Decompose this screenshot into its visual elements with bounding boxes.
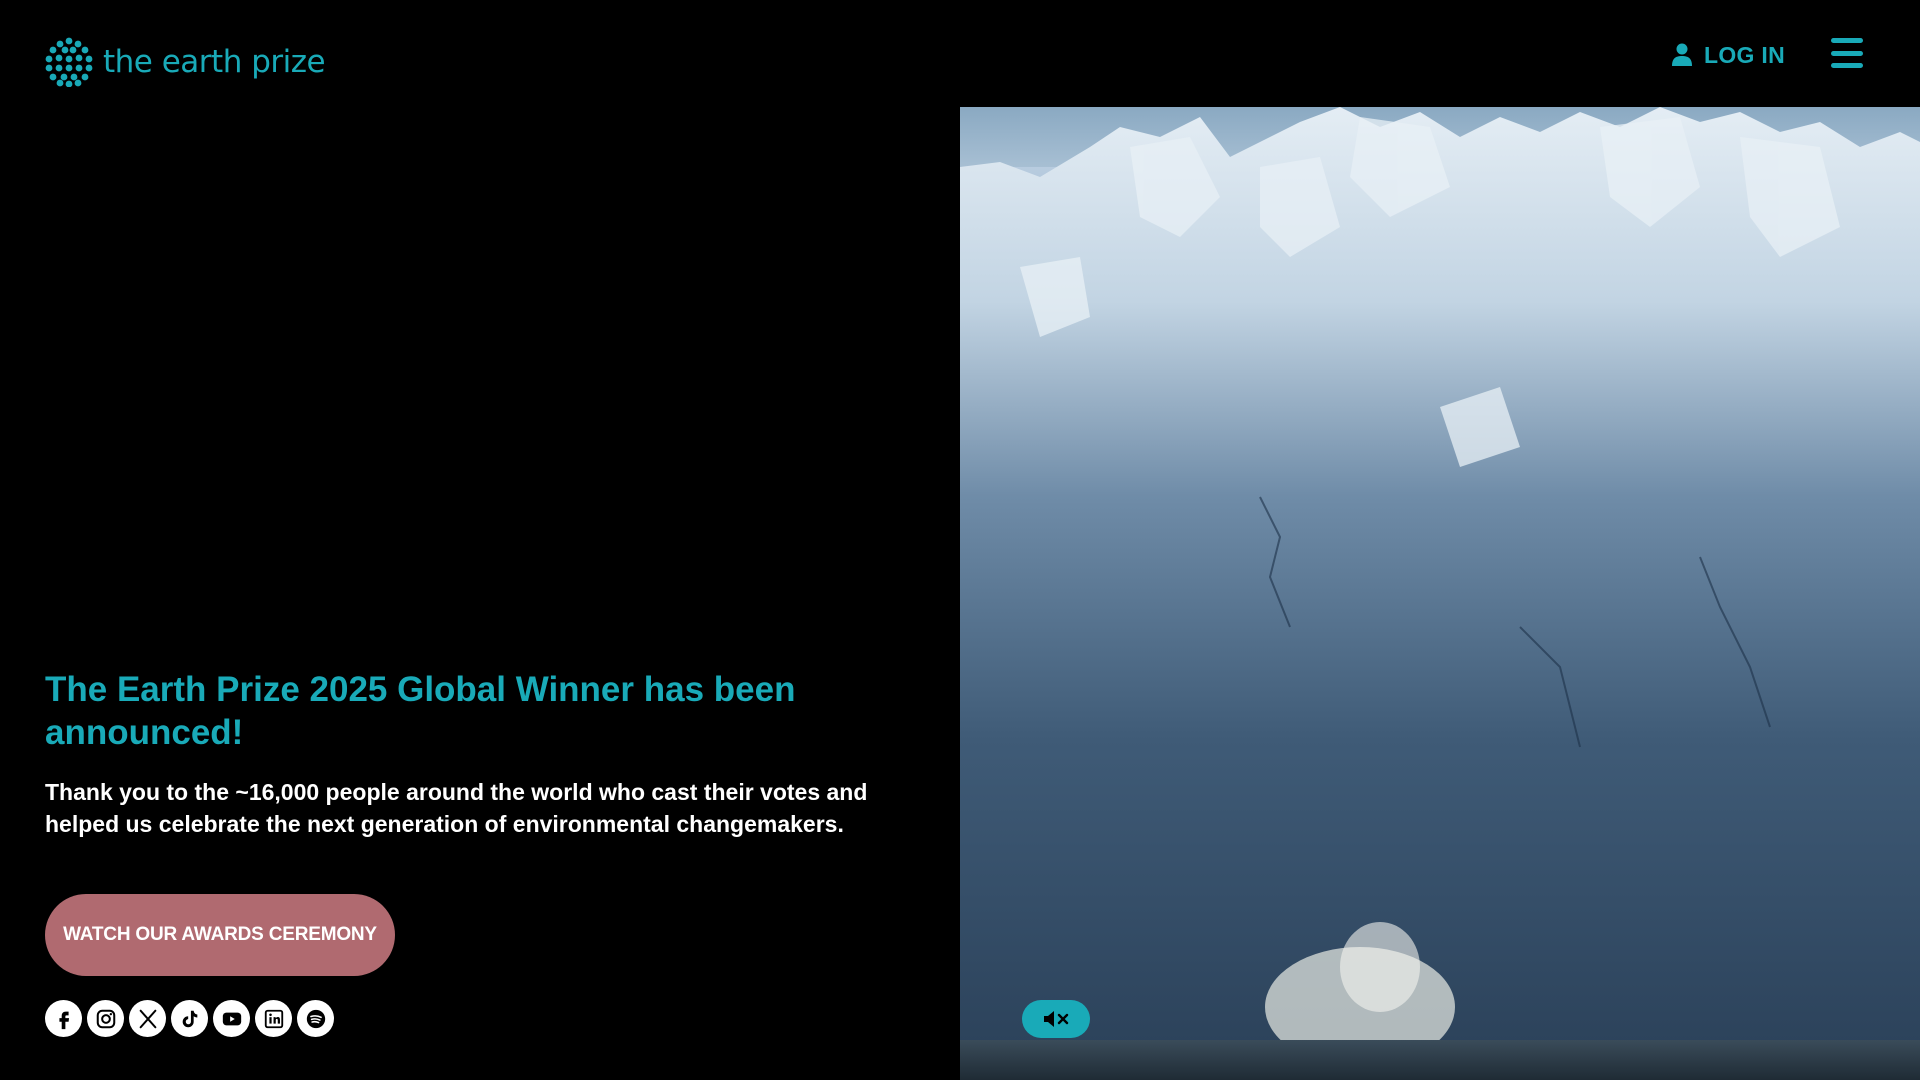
x-link[interactable] bbox=[129, 1000, 166, 1037]
facebook-icon bbox=[58, 1011, 69, 1029]
hero-video[interactable] bbox=[960, 107, 1920, 1080]
social-links bbox=[45, 1000, 334, 1038]
facebook-link[interactable] bbox=[45, 1000, 82, 1037]
youtube-icon bbox=[222, 1012, 241, 1025]
login-link[interactable]: LOG IN bbox=[1672, 38, 1785, 72]
watch-awards-ceremony-button[interactable]: WATCH OUR AWARDS CEREMONY bbox=[45, 894, 395, 976]
instagram-icon bbox=[96, 1009, 115, 1028]
youtube-link[interactable] bbox=[213, 1000, 250, 1037]
menu-bar bbox=[1831, 50, 1863, 56]
linkedin-link[interactable] bbox=[255, 1000, 292, 1037]
logo-link[interactable]: the earth prize bbox=[45, 36, 326, 88]
linkedin-icon bbox=[264, 1009, 283, 1028]
hero-headline: The Earth Prize 2025 Global Winner has b… bbox=[45, 670, 796, 752]
globe-dots-icon bbox=[45, 37, 93, 87]
unmute-button[interactable] bbox=[1022, 1000, 1090, 1038]
spotify-icon bbox=[306, 1009, 325, 1028]
video-water bbox=[960, 1040, 1920, 1080]
instagram-link[interactable] bbox=[87, 1000, 124, 1037]
menu-bar bbox=[1831, 38, 1863, 43]
tiktok-link[interactable] bbox=[171, 1000, 208, 1037]
logo-text: the earth prize bbox=[103, 44, 326, 80]
user-icon bbox=[1672, 43, 1692, 66]
login-label: LOG IN bbox=[1704, 41, 1786, 68]
tiktok-icon bbox=[182, 1010, 197, 1027]
glacier-image bbox=[960, 107, 1920, 1080]
page: the earth prize LOG IN The Earth Prize 2… bbox=[0, 0, 1920, 1080]
spotify-link[interactable] bbox=[297, 1000, 334, 1037]
hamburger-menu-button[interactable] bbox=[1831, 38, 1863, 68]
muted-speaker-icon bbox=[1044, 1011, 1069, 1027]
x-icon bbox=[139, 1009, 156, 1028]
hero-subtext: Thank you to the ~16,000 people around t… bbox=[45, 779, 868, 837]
menu-bar bbox=[1831, 63, 1863, 68]
